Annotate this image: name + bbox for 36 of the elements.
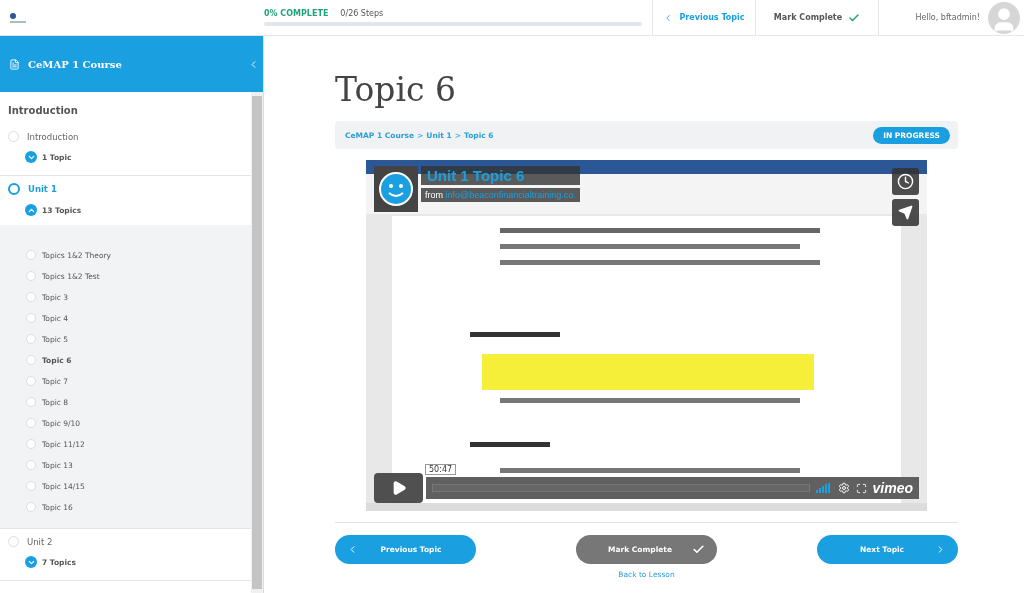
scrollbar[interactable] [251,92,263,593]
page-title: Topic 6 [335,70,457,109]
status-ring-icon [26,313,36,323]
status-ring-icon [26,376,36,386]
status-ring-icon [26,334,36,344]
vimeo-logo[interactable]: vimeo [872,480,913,496]
status-ring-icon [26,481,36,491]
smiley-icon [374,166,418,212]
steps-count: 0/26 Steps [340,9,384,18]
send-icon[interactable] [892,199,919,226]
status-ring-icon [26,292,36,302]
status-ring-icon [26,250,36,260]
status-ring-icon [26,271,36,281]
play-button[interactable] [374,473,423,503]
document-icon [9,58,20,70]
progress-label: 0% COMPLETE [264,9,329,18]
greeting: Hello, bftadmin! [915,13,980,22]
clock-icon[interactable] [892,168,919,195]
check-icon [848,11,861,24]
logo-icon [8,11,28,24]
section-heading: Introduction [7,104,79,118]
lesson-link[interactable]: Unit 2 [27,536,53,547]
settings-icon[interactable] [837,482,850,494]
status-ring-icon [26,418,36,428]
status-ring-icon [26,460,36,470]
check-icon [692,543,705,556]
video-author: from info@beaconfinancialtraining.co. [421,188,580,202]
status-ring-icon [26,502,36,512]
status-ring-icon [26,355,36,365]
course-title: CeMAP 1 Course [28,58,122,70]
status-ring-icon [26,397,36,407]
status-ring-icon [26,439,36,449]
fullscreen-icon[interactable] [855,482,867,494]
video-time: 50:47 [425,464,457,475]
mark-complete-link[interactable]: Mark Complete [755,0,878,35]
lesson-link[interactable]: Introduction [27,131,79,142]
